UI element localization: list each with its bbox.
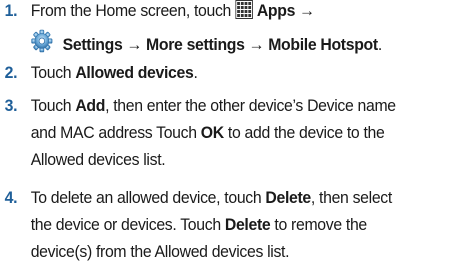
step-text: From the Home screen, touch: [30, 1, 232, 20]
step-number: 2.: [4, 63, 18, 82]
delete-label: Delete: [224, 215, 271, 234]
apps-grid-icon: [235, 0, 253, 25]
step-1: 1. From the Home screen, touch Apps → Se…: [0, 0, 472, 59]
settings-gear-icon: [31, 29, 53, 59]
allowed-devices-label: Allowed devices: [75, 63, 194, 82]
delete-label: Delete: [265, 188, 311, 207]
step-2: 2. Touch Allowed devices.: [4, 63, 198, 82]
settings-path: Settings → More settings → Mobile Hotspo…: [62, 35, 378, 54]
ok-label: OK: [200, 123, 224, 142]
step-3: 3. Touch Add, then enter the other devic…: [4, 96, 396, 169]
apps-label: Apps →: [256, 1, 315, 20]
step-number: 3.: [4, 96, 18, 115]
add-label: Add: [75, 96, 106, 115]
step-number: 4.: [4, 188, 18, 207]
step-4: 4. To delete an allowed device, touch De…: [4, 188, 393, 261]
step-number: 1.: [4, 1, 18, 20]
